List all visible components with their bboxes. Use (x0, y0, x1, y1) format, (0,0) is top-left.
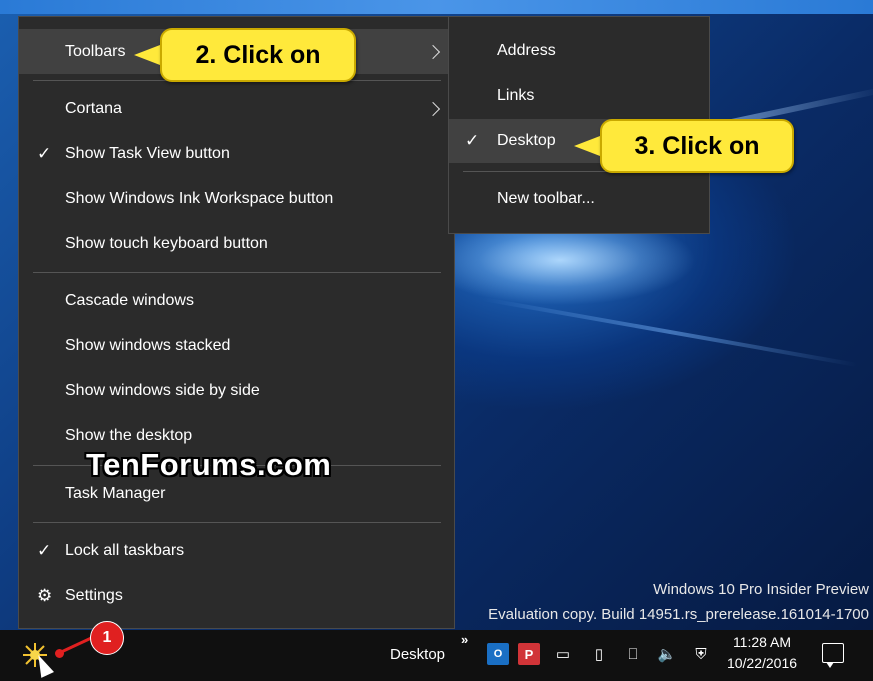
toolbar-overflow-chevron[interactable]: » (461, 632, 468, 647)
submenu-item-label: New toolbar... (497, 190, 595, 207)
desktop-toolbar[interactable]: Desktop (390, 646, 445, 663)
checkmark-icon: ✓ (465, 131, 480, 150)
gear-icon: ⚙ (37, 585, 53, 605)
menu-item-windows-side-by-side[interactable]: Show windows side by side (19, 368, 454, 413)
menu-item-label: Task Manager (65, 484, 166, 502)
clock-date: 10/22/2016 (726, 655, 798, 671)
taskbar-context-menu: Toolbars Cortana ✓ Show Task View button… (18, 16, 455, 629)
network-icon[interactable]: ▯ (588, 643, 610, 665)
taskbar[interactable]: Desktop » O P ▭ ▯ ⎕ 🔈 ⛨ 11:28 AM 10/22/2… (0, 630, 873, 681)
menu-item-windows-stacked[interactable]: Show windows stacked (19, 323, 454, 368)
callout-pointer (134, 45, 160, 65)
clock[interactable]: 11:28 AM 10/22/2016 (716, 632, 808, 674)
build-info-edition: Windows 10 Pro Insider Preview (653, 581, 869, 598)
volume-icon[interactable]: 🔈 (656, 643, 678, 665)
submenu-item-label: Address (497, 42, 556, 59)
checkmark-icon: ✓ (37, 143, 52, 163)
watermark: TenForums.com (86, 447, 332, 482)
menu-item-show-task-view[interactable]: ✓ Show Task View button (19, 131, 454, 176)
menu-item-label: Show windows side by side (65, 381, 260, 399)
chevron-right-icon (425, 44, 441, 59)
menu-item-label: Show touch keyboard button (65, 234, 268, 252)
menu-item-label: Show Windows Ink Workspace button (65, 189, 334, 207)
menu-item-cortana[interactable]: Cortana (19, 86, 454, 131)
menu-item-cascade-windows[interactable]: Cascade windows (19, 278, 454, 323)
menu-item-label: Show Task View button (65, 144, 230, 162)
action-center-icon[interactable] (822, 643, 844, 668)
usb-device-icon[interactable]: ⎕ (622, 643, 644, 665)
menu-separator (33, 522, 441, 523)
step-1-badge: 1 (90, 621, 124, 655)
menu-item-label: Settings (65, 586, 123, 604)
callout-step-2: 2. Click on (160, 28, 356, 82)
callout-pointer (574, 136, 600, 156)
battery-icon[interactable]: ▭ (552, 643, 574, 665)
menu-item-label: Cascade windows (65, 291, 194, 309)
menu-separator (33, 272, 441, 273)
wallpaper-light-beam (482, 297, 858, 367)
menu-item-label: Lock all taskbars (65, 541, 185, 559)
callout-step-3: 3. Click on (600, 119, 794, 173)
outlook-icon[interactable]: O (487, 643, 509, 665)
submenu-item-links[interactable]: Links (449, 74, 709, 118)
menu-item-show-ink-workspace[interactable]: Show Windows Ink Workspace button (19, 176, 454, 221)
menu-item-show-touch-keyboard[interactable]: Show touch keyboard button (19, 221, 454, 266)
menu-item-label: Show windows stacked (65, 336, 231, 354)
chevron-right-icon (425, 101, 441, 116)
build-info-build: Evaluation copy. Build 14951.rs_prerelea… (488, 606, 869, 623)
clock-time: 11:28 AM (732, 634, 792, 650)
submenu-item-new-toolbar[interactable]: New toolbar... (449, 177, 709, 221)
submenu-item-label: Desktop (497, 132, 556, 149)
menu-item-lock-taskbars[interactable]: ✓ Lock all taskbars (19, 528, 454, 573)
wallpaper-top-band (0, 0, 873, 14)
menu-item-settings[interactable]: ⚙ Settings (19, 573, 454, 618)
submenu-item-address[interactable]: Address (449, 29, 709, 73)
windows-defender-shield-icon[interactable]: ⛨ (690, 643, 712, 665)
submenu-item-label: Links (497, 87, 535, 104)
onenote-clipper-icon[interactable]: P (518, 643, 540, 665)
checkmark-icon: ✓ (37, 540, 52, 560)
menu-item-label: Cortana (65, 99, 122, 117)
menu-item-label: Toolbars (65, 42, 126, 60)
menu-item-label: Show the desktop (65, 426, 193, 444)
